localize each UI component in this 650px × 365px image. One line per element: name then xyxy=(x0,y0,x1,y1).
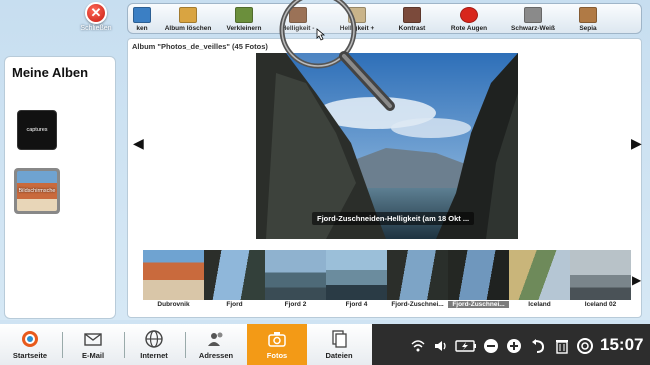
thumbnail-strip: Dubrovnik Fjord Fjord 2 Fjord 4 Fjord-Zu… xyxy=(143,250,631,312)
brightness-up-icon xyxy=(348,7,366,23)
camera-icon xyxy=(268,332,286,347)
thumbnail-image xyxy=(509,250,570,300)
tool-album-loeschen[interactable]: Album löschen xyxy=(156,4,220,35)
taskbar-fotos[interactable]: Fotos xyxy=(247,324,307,365)
thumbnail-item[interactable]: Fjord 2 xyxy=(265,250,326,312)
taskbar-label: Fotos xyxy=(266,351,288,360)
thumbnail-image xyxy=(448,250,509,300)
tool-label: Rote Augen xyxy=(450,25,488,32)
album-label: captures xyxy=(26,127,48,133)
thumbnail-caption: Fjord-Zuschnei... xyxy=(448,301,509,308)
prev-photo-arrow[interactable]: ◀ xyxy=(133,135,144,152)
taskbar-label: Dateien xyxy=(325,351,353,360)
tool-kontrast[interactable]: Kontrast xyxy=(386,4,438,35)
thumbnail-caption: Fjord 4 xyxy=(345,301,368,308)
folder-delete-icon xyxy=(179,7,197,23)
tool-label: Helligkeit + xyxy=(339,25,375,32)
help-lifebuoy-icon[interactable] xyxy=(577,338,593,354)
albums-title: Meine Alben xyxy=(12,65,89,80)
zoom-out-icon[interactable] xyxy=(483,338,499,354)
taskbar-dateien[interactable]: Dateien xyxy=(309,324,369,365)
taskbar-adressen[interactable]: Adressen xyxy=(186,324,246,365)
photo-viewer: Album "Photos_de_veilles" (45 Fotos) ◀ ▶ xyxy=(127,38,642,318)
tool-schwarz-weiss[interactable]: Schwarz-Weiß xyxy=(500,4,566,35)
contacts-icon xyxy=(208,332,223,346)
thumbnail-image xyxy=(326,250,387,300)
taskbar-label: Adressen xyxy=(198,351,234,360)
tool-label: ken xyxy=(136,25,148,32)
thumbnail-item[interactable]: Dubrovnik xyxy=(143,250,204,312)
taskbar-startseite[interactable]: Startseite xyxy=(0,324,60,365)
taskbar-label: Startseite xyxy=(12,351,48,360)
thumbnail-caption: Fjord 2 xyxy=(284,301,307,308)
thumbnail-item[interactable]: Fjord-Zuschnei... xyxy=(387,250,448,312)
thumbnail-caption: Iceland 02 xyxy=(584,301,617,308)
thumbnail-image xyxy=(265,250,326,300)
tool-label: Kontrast xyxy=(398,25,426,32)
close-label: Schließen xyxy=(80,25,112,32)
main-photo[interactable]: Fjord-Zuschneiden-Helligkeit (am 18 Okt … xyxy=(256,53,518,239)
tool-label: Helligkeit - xyxy=(281,25,315,32)
tool-rote-augen[interactable]: Rote Augen xyxy=(438,4,500,35)
photo-caption: Fjord-Zuschneiden-Helligkeit (am 18 Okt … xyxy=(312,212,475,225)
tool-label: Schwarz-Weiß xyxy=(511,25,555,32)
home-logo-icon xyxy=(22,331,38,347)
contrast-icon xyxy=(403,7,421,23)
thumbnail-caption: Fjord xyxy=(226,301,243,308)
thumbnail-item[interactable]: Iceland 02 xyxy=(570,250,631,312)
undo-icon[interactable] xyxy=(530,338,546,354)
wifi-icon[interactable] xyxy=(410,338,426,354)
taskbar-label: E-Mail xyxy=(81,351,105,360)
brightness-down-icon xyxy=(289,7,307,23)
thumbnail-item[interactable]: Iceland xyxy=(509,250,570,312)
thumbnail-image xyxy=(204,250,265,300)
taskbar-internet[interactable]: Internet xyxy=(124,324,184,365)
zoom-in-icon[interactable] xyxy=(506,338,522,354)
envelope-icon xyxy=(84,333,102,346)
album-captures[interactable]: captures xyxy=(17,110,57,150)
trash-icon[interactable] xyxy=(554,338,570,354)
battery-charging-icon xyxy=(455,340,476,352)
back-icon xyxy=(133,7,151,23)
thumbnail-image xyxy=(570,250,631,300)
shrink-icon xyxy=(235,7,253,23)
files-icon xyxy=(332,330,347,348)
close-button[interactable]: ✕ Schließen xyxy=(72,2,120,36)
taskbar-email[interactable]: E-Mail xyxy=(63,324,123,365)
taskbar-label: Internet xyxy=(140,351,168,360)
tool-label: Verkleinern xyxy=(226,25,262,32)
album-bildschirm[interactable]: Bildschirmsche xyxy=(14,168,60,214)
speaker-icon[interactable] xyxy=(433,338,449,354)
album-info: Album "Photos_de_veilles" (45 Fotos) xyxy=(132,42,268,51)
thumbnail-caption: Iceland xyxy=(528,301,551,308)
globe-icon xyxy=(145,330,163,348)
tool-back[interactable]: ken xyxy=(128,4,156,35)
thumbnail-image xyxy=(143,250,204,300)
black-white-icon xyxy=(524,7,542,23)
red-eye-icon xyxy=(460,7,478,23)
thumbnail-item[interactable]: Fjord 4 xyxy=(326,250,387,312)
thumbnail-item-selected[interactable]: Fjord-Zuschnei... xyxy=(448,250,509,312)
clock: 15:07 xyxy=(600,335,644,354)
album-image: Bildschirmsche xyxy=(17,171,57,211)
tool-helligkeit-minus[interactable]: Helligkeit - xyxy=(268,4,328,35)
thumbnail-caption: Dubrovnik xyxy=(157,301,190,308)
next-thumbnails-arrow[interactable]: ▶ xyxy=(632,273,641,287)
tool-label: Sepia xyxy=(579,25,597,32)
tool-label: Album löschen xyxy=(164,25,212,32)
albums-panel: Meine Alben captures Bildschirmsche xyxy=(4,56,116,319)
album-label: Bildschirmsche xyxy=(18,188,56,194)
next-photo-arrow[interactable]: ▶ xyxy=(631,135,642,152)
tool-sepia[interactable]: Sepia xyxy=(566,4,610,35)
thumbnail-caption: Fjord-Zuschnei... xyxy=(391,301,444,308)
tool-helligkeit-plus[interactable]: Helligkeit + xyxy=(328,4,386,35)
photo-toolbar: ken Album löschen Verkleinern Helligkeit… xyxy=(127,3,642,34)
sepia-icon xyxy=(579,7,597,23)
thumbnail-image xyxy=(387,250,448,300)
close-icon: ✕ xyxy=(85,2,107,24)
tool-verkleinern[interactable]: Verkleinern xyxy=(220,4,268,35)
thumbnail-item[interactable]: Fjord xyxy=(204,250,265,312)
